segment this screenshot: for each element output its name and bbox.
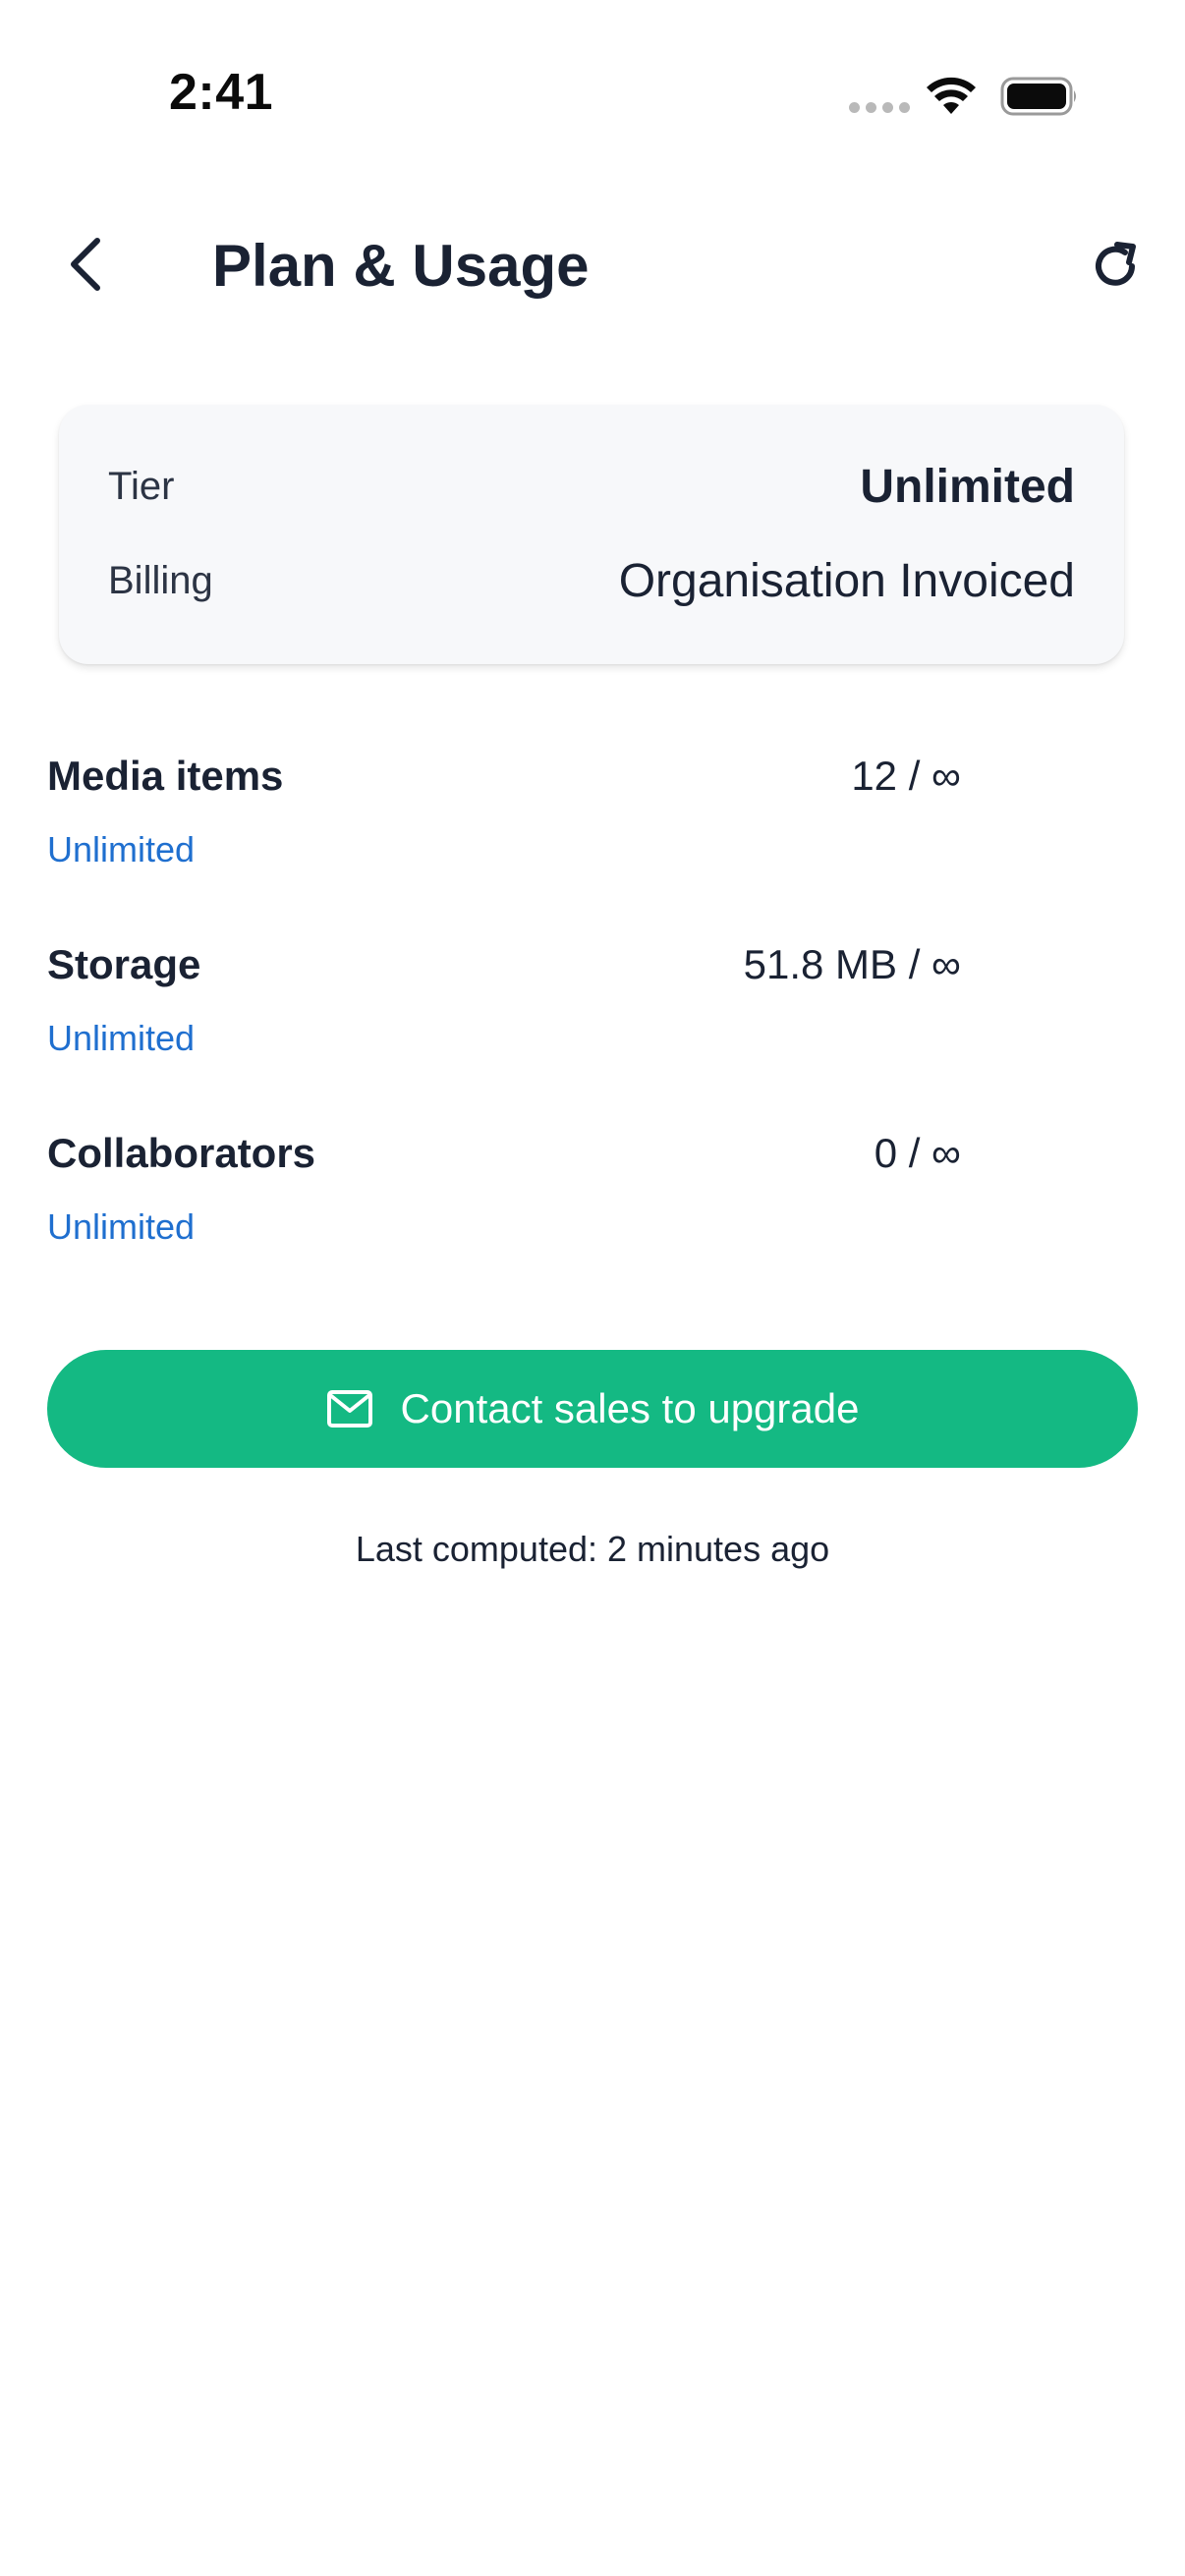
wifi-icon <box>927 77 976 114</box>
battery-icon <box>1000 77 1076 116</box>
refresh-icon <box>1096 242 1136 286</box>
chevron-left-icon <box>71 238 100 291</box>
contact-sales-label: Contact sales to upgrade <box>400 1385 860 1431</box>
tier-row: Tier Unlimited <box>108 460 1075 514</box>
usage-count: 12 / ∞ <box>851 753 961 799</box>
tier-label: Tier <box>108 465 175 508</box>
header: Plan & Usage <box>0 216 1185 314</box>
usage-limit: Unlimited <box>47 1206 196 1247</box>
plan-card: Tier Unlimited Billing Organisation Invo… <box>59 405 1124 664</box>
page-title: Plan & Usage <box>212 233 590 299</box>
usage-name: Collaborators <box>47 1130 316 1176</box>
billing-row: Billing Organisation Invoiced <box>108 554 1075 608</box>
usage-count: 0 / ∞ <box>874 1130 961 1176</box>
usage-name: Media items <box>47 753 284 799</box>
last-computed-text: Last computed: 2 minutes ago <box>355 1529 830 1569</box>
tier-value: Unlimited <box>860 461 1075 513</box>
cellular-signal-icon <box>849 102 910 113</box>
usage-limit: Unlimited <box>47 829 196 869</box>
usage-count: 51.8 MB / ∞ <box>743 941 961 987</box>
status-time: 2:41 <box>169 64 274 121</box>
status-bar: 2:41 <box>0 0 1185 177</box>
back-button[interactable] <box>51 230 120 299</box>
billing-label: Billing <box>108 559 213 602</box>
refresh-button[interactable] <box>1081 232 1150 301</box>
usage-limit: Unlimited <box>47 1018 196 1058</box>
usage-name: Storage <box>47 941 201 987</box>
mail-icon <box>326 1390 372 1428</box>
billing-value: Organisation Invoiced <box>618 555 1075 607</box>
contact-sales-button[interactable]: Contact sales to upgrade <box>47 1350 1138 1468</box>
